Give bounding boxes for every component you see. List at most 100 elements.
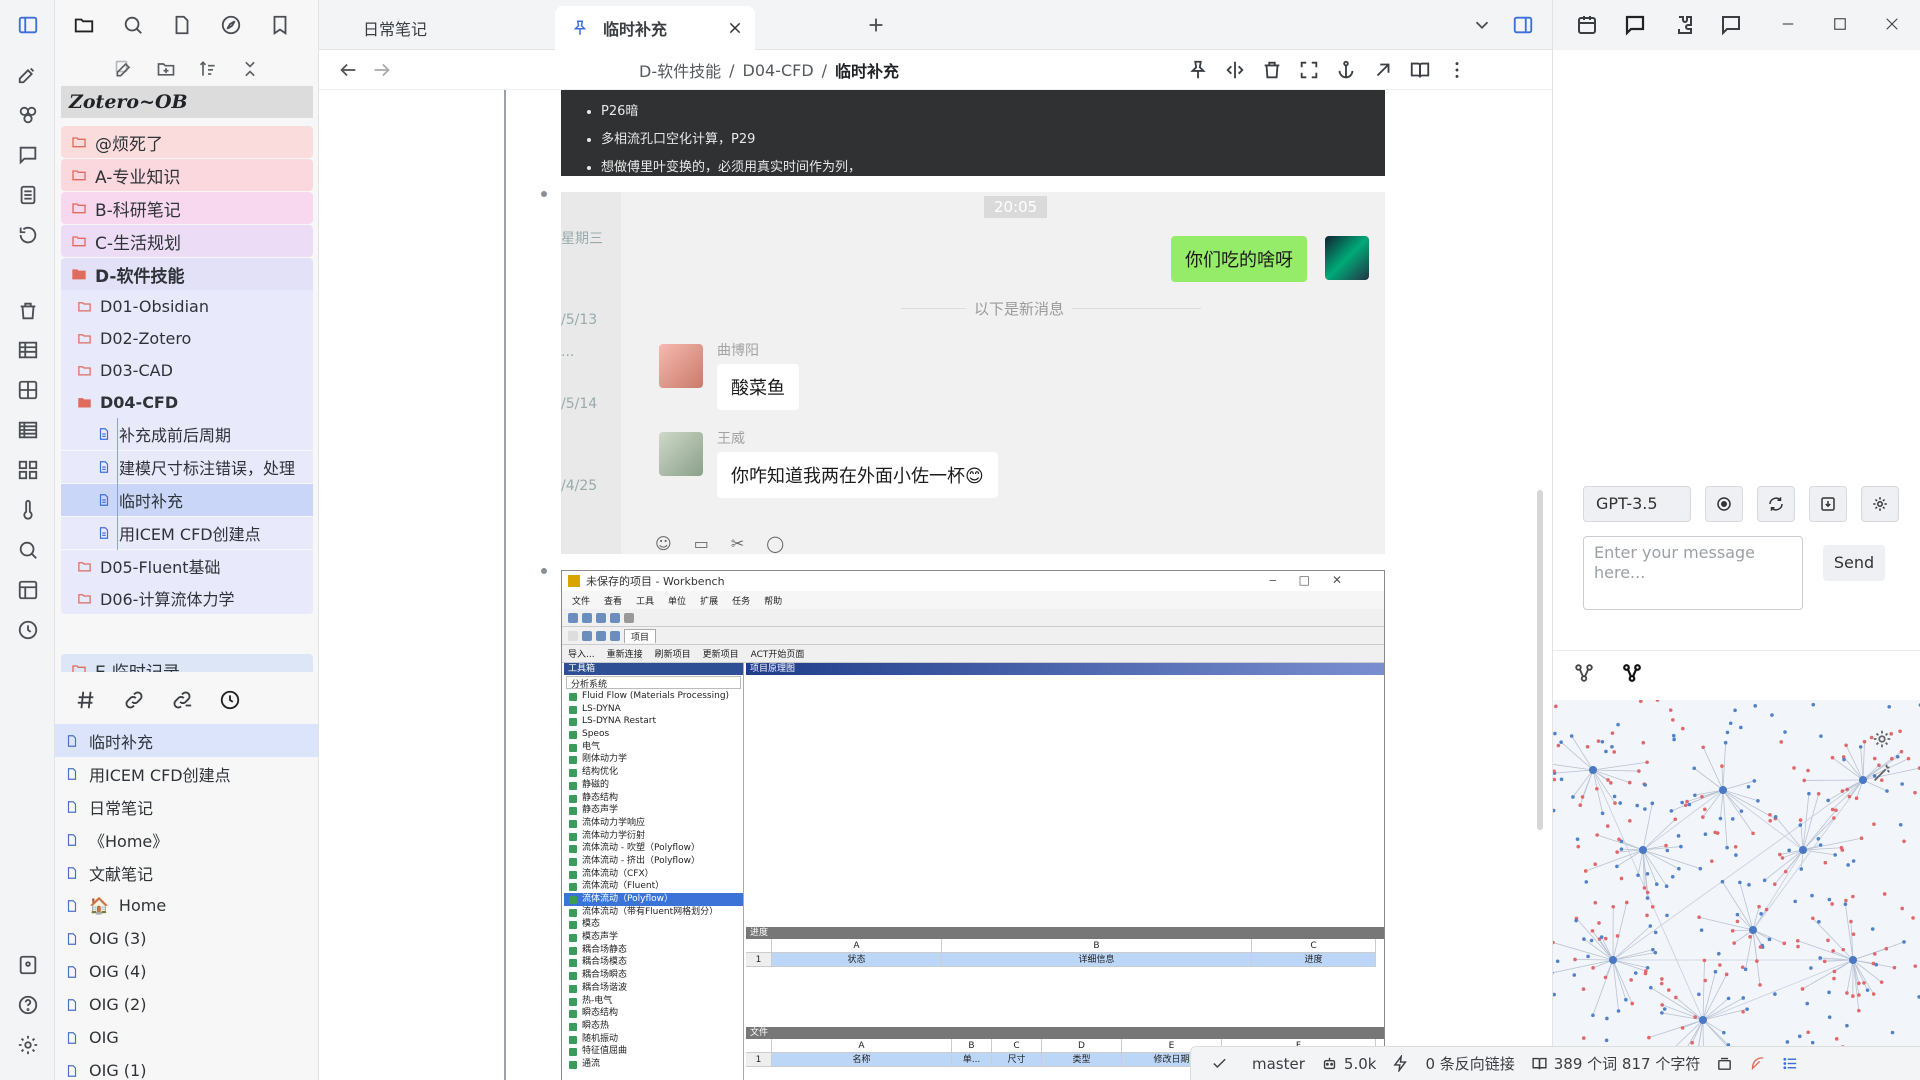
folder-a[interactable]: A-专业知识 (61, 159, 313, 191)
list-icon[interactable] (1782, 1055, 1799, 1072)
graph-settings-icon[interactable] (1871, 728, 1893, 750)
vault-name[interactable]: Zotero~OB (61, 86, 313, 118)
graph-cluster-icon[interactable] (14, 101, 42, 129)
backlinks-icon[interactable] (123, 689, 145, 711)
anchor-icon[interactable] (1335, 59, 1357, 81)
tag-icon[interactable] (75, 689, 97, 711)
sync-size[interactable]: 5.0k (1321, 1055, 1376, 1073)
puzzle-icon[interactable] (1671, 13, 1695, 37)
folder-d04[interactable]: D04-CFD (61, 386, 313, 418)
minimize-icon[interactable] (1779, 15, 1797, 33)
clock-icon[interactable] (14, 616, 42, 644)
new-note-icon[interactable] (114, 59, 134, 79)
fullscreen-icon[interactable] (1298, 59, 1320, 81)
pen-icon[interactable] (14, 60, 42, 88)
back-icon[interactable] (337, 59, 359, 81)
backlinks-count[interactable]: 0 条反向链接 (1425, 1053, 1514, 1074)
file-item[interactable]: 建模尺寸标注错误，处理 (61, 451, 313, 483)
outgoing-links-icon[interactable] (171, 689, 193, 711)
calendar-icon[interactable] (1575, 13, 1599, 37)
pin-icon[interactable] (1187, 59, 1209, 81)
feather-icon[interactable] (1749, 1055, 1766, 1072)
comment-icon[interactable] (14, 141, 42, 169)
recent-files-icon[interactable] (219, 689, 241, 711)
folder-d06[interactable]: D06-计算流体力学 (61, 582, 313, 614)
folder-d[interactable]: D-软件技能 (61, 258, 313, 290)
recent-file-item[interactable]: 日常笔记 (55, 790, 318, 823)
folder-d01[interactable]: D01-Obsidian (61, 290, 313, 322)
new-folder-icon[interactable] (156, 59, 176, 79)
magic-wand-icon[interactable] (1871, 762, 1893, 784)
settings-icon[interactable] (14, 1031, 42, 1059)
folder-d03[interactable]: D03-CAD (61, 354, 313, 386)
recent-file-item[interactable]: 临时补充 (55, 724, 318, 757)
reading-mode-icon[interactable] (1409, 59, 1431, 81)
maximize-icon[interactable] (1831, 15, 1849, 33)
forward-icon[interactable] (371, 59, 393, 81)
tab-list-chevron-icon[interactable] (1471, 14, 1493, 36)
collapse-all-icon[interactable] (240, 59, 260, 79)
recent-file-item[interactable]: OIG (3) (55, 922, 318, 955)
save-chat-button[interactable] (1809, 486, 1847, 522)
folder-b[interactable]: B-科研笔记 (61, 192, 313, 224)
search-icon[interactable] (118, 10, 148, 40)
recent-file-item[interactable]: OIG (1) (55, 1054, 318, 1080)
file-item[interactable]: 用ICEM CFD创建点 (61, 517, 313, 549)
split-view-icon[interactable] (1224, 59, 1246, 81)
recent-file-item[interactable]: OIG (4) (55, 955, 318, 988)
recent-file-item[interactable]: 文献笔记 (55, 856, 318, 889)
file-icon[interactable] (167, 10, 197, 40)
compass-icon[interactable] (216, 10, 246, 40)
refresh-button[interactable] (1757, 486, 1795, 522)
git-status[interactable]: master (1211, 1055, 1305, 1073)
recent-file-item[interactable]: 用ICEM CFD创建点 (55, 757, 318, 790)
layout-icon[interactable] (14, 576, 42, 604)
recent-file-item[interactable]: OIG (55, 1021, 318, 1054)
graph-view-icon[interactable] (1621, 662, 1643, 684)
more-options-icon[interactable] (1446, 59, 1468, 81)
dashboard-icon[interactable] (14, 456, 42, 484)
folder-e[interactable]: E-临时记录 (61, 654, 313, 672)
folder-annoyed[interactable]: @烦死了 (61, 126, 313, 158)
folder-c[interactable]: C-生活规划 (61, 225, 313, 257)
calculator-icon[interactable] (14, 181, 42, 209)
chat-icon[interactable] (1623, 13, 1647, 37)
folder-icon[interactable] (69, 10, 99, 40)
graph-view-canvas[interactable] (1553, 700, 1920, 1050)
history-icon[interactable] (14, 221, 42, 249)
scrollbar[interactable] (1537, 490, 1543, 830)
send-button[interactable]: Send (1823, 545, 1885, 581)
file-item[interactable]: 补充成前后周期 (61, 418, 313, 450)
table-icon[interactable] (14, 336, 42, 364)
comment-icon[interactable] (1719, 13, 1743, 37)
record-button[interactable] (1705, 486, 1743, 522)
word-count[interactable]: 389 个词 817 个字符 (1531, 1053, 1700, 1074)
sort-icon[interactable] (198, 59, 218, 79)
folder-d05[interactable]: D05-Fluent基础 (61, 550, 313, 582)
file-item-active[interactable]: 临时补充 (61, 484, 313, 516)
chat-message-input[interactable]: Enter your message here... (1583, 536, 1803, 610)
close-window-icon[interactable] (1883, 15, 1901, 33)
tab-temp-supplement[interactable]: 临时补充 (555, 6, 755, 50)
bookmark-icon[interactable] (265, 10, 295, 40)
pin-icon[interactable] (571, 19, 589, 37)
grid-icon[interactable] (14, 376, 42, 404)
new-tab-icon[interactable] (865, 14, 887, 36)
vault-help-icon[interactable] (14, 951, 42, 979)
open-external-icon[interactable] (1372, 59, 1394, 81)
spreadsheet-icon[interactable] (14, 416, 42, 444)
close-tab-icon[interactable] (727, 20, 743, 36)
page-title[interactable]: 临时补充 (835, 58, 899, 82)
recent-file-item[interactable]: 🏠 Home (55, 889, 318, 922)
thermometer-icon[interactable] (14, 496, 42, 524)
layers-icon[interactable] (1716, 1055, 1733, 1072)
local-graph-icon[interactable] (1573, 662, 1595, 684)
breadcrumb-subfolder[interactable]: D04-CFD (743, 61, 814, 80)
folder-d02[interactable]: D02-Zotero (61, 322, 313, 354)
tab-daily-notes[interactable]: 日常笔记 (363, 6, 513, 50)
help-icon[interactable] (14, 991, 42, 1019)
recent-file-item[interactable]: OIG (2) (55, 988, 318, 1021)
breadcrumb-folder[interactable]: D-软件技能 (639, 58, 721, 82)
trash-icon[interactable] (14, 297, 42, 325)
model-select[interactable]: GPT-3.5 (1583, 486, 1691, 522)
